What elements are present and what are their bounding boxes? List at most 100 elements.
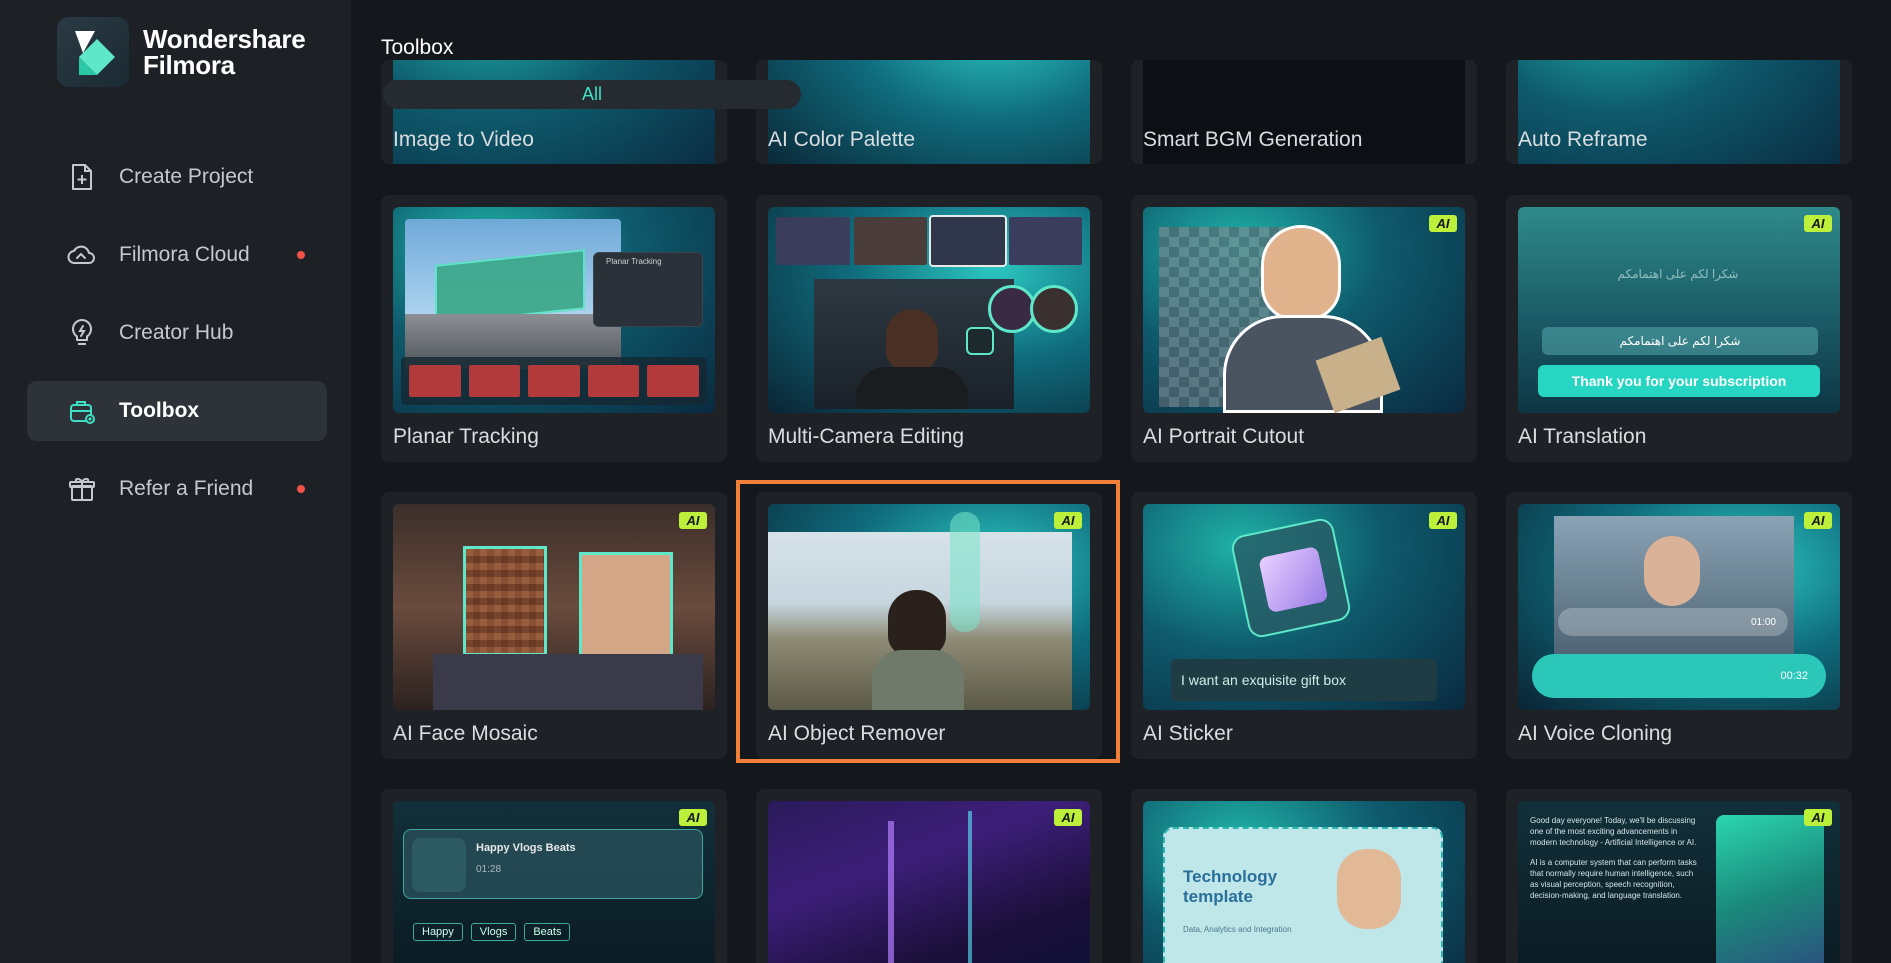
tool-card-ai-object-remover[interactable]: AI AI Object Remover [756,492,1102,759]
sidebar-nav: Create Project Filmora Cloud Creator Hub [27,147,327,537]
planar-tracking-panel: Planar Tracking [593,252,703,327]
tool-card-music[interactable]: Happy Vlogs Beats 01:28 Happy Vlogs Beat… [381,789,727,963]
mosaic-face [463,546,547,656]
brand-line-2: Filmora [143,50,235,80]
detected-face [579,552,673,662]
tool-card-ai-translation[interactable]: شكرا لكم على اهتمامكم شكرا لكم على اهتما… [1506,195,1852,462]
tool-card-title: AI Portrait Cutout [1143,425,1305,448]
music-tags: Happy Vlogs Beats [413,923,571,941]
tool-card-title: Image to Video [393,128,534,151]
tool-thumbnail: I want an exquisite gift box AI [1143,504,1465,710]
music-title: Happy Vlogs Beats [476,842,576,854]
tool-card-title: Multi-Camera Editing [768,425,965,448]
plus-document-icon [67,162,97,192]
tool-card-title: AI Sticker [1143,722,1233,745]
panel-title: Planar Tracking [606,257,662,266]
tool-thumbnail: شكرا لكم على اهتمامكم شكرا لكم على اهتما… [1518,207,1840,413]
filmora-logo-icon [57,17,129,87]
notification-dot [297,251,305,259]
music-time: 01:28 [476,864,502,875]
lightbulb-icon [67,318,97,348]
sidebar-item-label: Toolbox [119,399,200,422]
tool-card-image-to-video[interactable]: Image to Video [381,60,727,164]
toolbox-icon [67,396,97,426]
tool-card-planar-tracking[interactable]: Planar Tracking Planar Tracking [381,195,727,462]
tool-card-title: AI Voice Cloning [1518,722,1673,745]
sidebar-item-refer-a-friend[interactable]: Refer a Friend [27,459,327,519]
frame [776,217,850,265]
filmstrip [401,357,707,405]
tool-thumbnail: 01:00 00:32 AI [1518,504,1840,710]
neon-line [888,821,894,963]
main-content: Image to Video AI Color Palette Smart BG… [351,0,1891,963]
template-slide: Technology template Data, Analytics and … [1163,827,1443,963]
arabic-caption-original: شكرا لكم على اهتمامكم [1617,267,1739,281]
video-preview [1716,815,1824,963]
tool-thumbnail [768,207,1090,413]
tool-card-multi-camera-editing[interactable]: Multi-Camera Editing [756,195,1102,462]
person-body [872,650,964,710]
tool-thumbnail: Good day everyone! Today, we'll be discu… [1518,801,1840,963]
sticker-prompt: I want an exquisite gift box [1171,659,1437,701]
template-subtitle: Data, Analytics and Integration [1183,925,1292,934]
frame [1008,217,1082,265]
tag: Happy [413,923,463,941]
sidebar-item-creator-hub[interactable]: Creator Hub [27,303,327,363]
tool-card-ai-color-palette[interactable]: AI Color Palette [756,60,1102,164]
sidebar-item-filmora-cloud[interactable]: Filmora Cloud [27,225,327,285]
sidebar-item-label: Filmora Cloud [119,243,250,266]
music-player: Happy Vlogs Beats 01:28 [403,829,703,899]
tool-card-title: AI Face Mosaic [393,722,538,745]
tool-card-ai-portrait-cutout[interactable]: AI AI Portrait Cutout [1131,195,1477,462]
presenter-head [1337,849,1401,929]
tool-card-ai-face-mosaic[interactable]: AI AI Face Mosaic [381,492,727,759]
tool-card-ai-sticker[interactable]: I want an exquisite gift box AI AI Stick… [1131,492,1477,759]
ai-badge: AI [679,512,707,529]
tool-card-title: AI Object Remover [768,722,946,745]
frame [929,215,1007,267]
tool-card-ai-voice-cloning[interactable]: 01:00 00:32 AI AI Voice Cloning [1506,492,1852,759]
page-title: Toolbox [381,36,454,59]
tool-card-ai-image[interactable]: AI [756,789,1102,963]
tool-thumbnail: AI [768,801,1090,963]
tool-card-article[interactable]: Good day everyone! Today, we'll be discu… [1506,789,1852,963]
camera-angle-1 [988,285,1036,333]
filter-all-button[interactable]: All [383,80,801,109]
tool-card-smart-bgm-generation[interactable]: Smart BGM Generation [1131,60,1477,164]
template-title: Technology template [1183,867,1278,906]
singer-head [1644,536,1700,606]
ai-badge: AI [1804,512,1832,529]
portrait-head [1261,225,1341,321]
tool-grid: Image to Video AI Color Palette Smart BG… [381,0,1861,963]
voice-track-original: 01:00 [1558,608,1788,636]
presenter-head [886,309,938,371]
header-bg [351,0,1891,60]
tool-thumbnail: AI [768,504,1090,710]
shoulders [433,654,703,710]
sidebar-item-toolbox[interactable]: Toolbox [27,381,327,441]
arabic-caption: شكرا لكم على اهتمامكم [1542,327,1818,355]
sidebar-item-label: Creator Hub [119,321,234,344]
landscape-photo [768,512,1072,710]
tool-thumbnail: AI [1143,207,1465,413]
frame [409,365,461,397]
music-note-icon [412,838,466,892]
app-logo[interactable]: Wondershare Filmora [57,17,306,87]
tool-card-title: Planar Tracking [393,425,539,448]
tag: Beats [524,923,571,941]
tool-card-title: Auto Reframe [1518,128,1648,151]
sticker-frame [1229,516,1353,640]
link-icon [966,327,994,355]
sidebar-item-label: Create Project [119,165,254,188]
frame [853,217,927,265]
tool-card-title: AI Color Palette [768,128,916,151]
tool-card-template[interactable]: Technology template Data, Analytics and … [1131,789,1477,963]
tool-thumbnail: Planar Tracking [393,207,715,413]
ai-badge: AI [679,809,707,826]
brand-name: Wondershare Filmora [143,26,306,80]
cloud-icon [67,240,97,270]
tool-card-auto-reframe[interactable]: Auto Reframe [1506,60,1852,164]
sidebar-item-create-project[interactable]: Create Project [27,147,327,207]
article-paragraph-1: Good day everyone! Today, we'll be discu… [1530,816,1697,847]
singer-photo [1554,516,1794,666]
